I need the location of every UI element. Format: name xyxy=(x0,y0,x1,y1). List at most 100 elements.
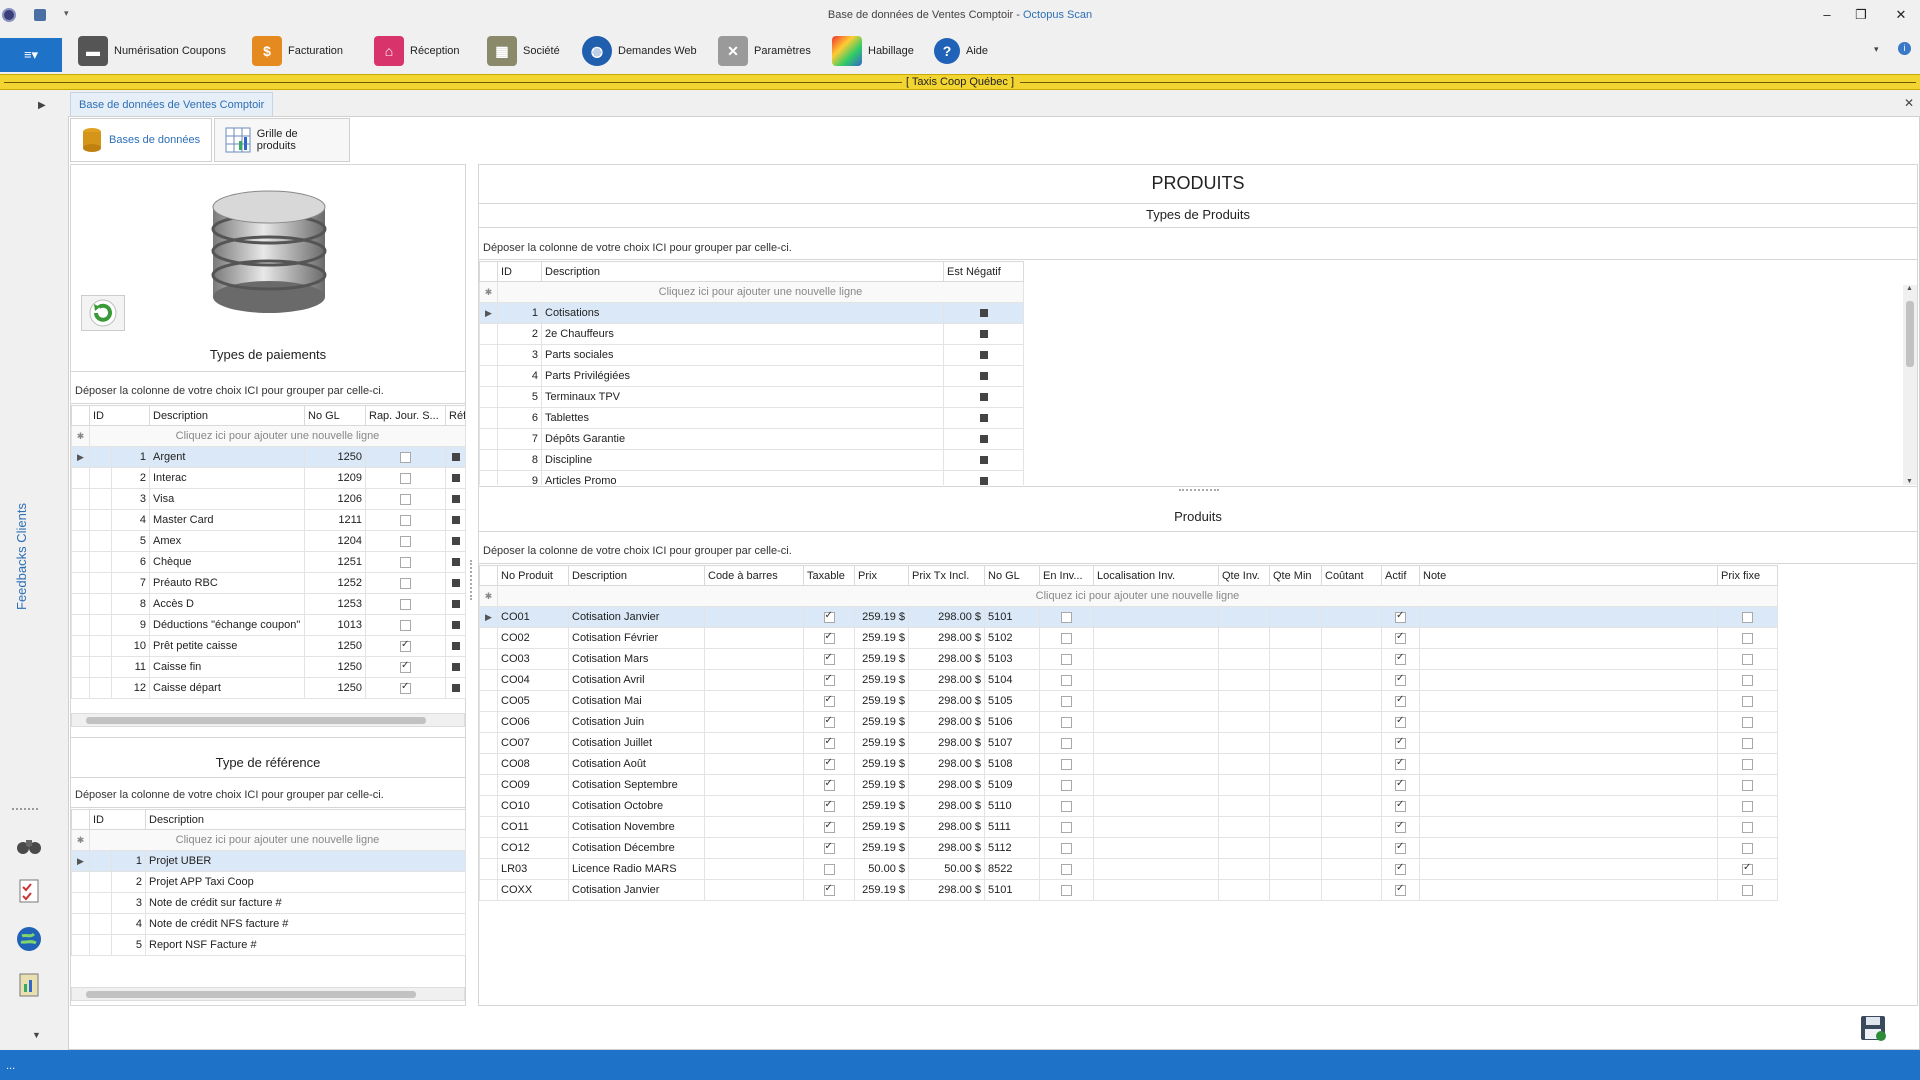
col-actif[interactable]: Actif xyxy=(1381,565,1420,586)
reference-id[interactable]: 5 xyxy=(111,934,146,956)
col-ref-ob[interactable]: Réf. Ob xyxy=(445,405,466,426)
payment-gl[interactable]: 1250 xyxy=(304,446,366,468)
ref-ob-toggle[interactable] xyxy=(451,621,460,630)
rap-jour-checkbox[interactable] xyxy=(400,514,411,526)
actif-checkbox[interactable] xyxy=(1395,820,1406,833)
payment-id[interactable]: 11 xyxy=(111,656,150,678)
prix-fixe-checkbox[interactable] xyxy=(1742,862,1753,875)
payment-gl[interactable]: 1250 xyxy=(304,635,366,657)
payment-gl[interactable]: 1253 xyxy=(304,593,366,615)
product-gl[interactable]: 5101 xyxy=(984,606,1040,628)
type-row[interactable]: 6 Tablettes xyxy=(479,407,1024,429)
en-inv-checkbox[interactable] xyxy=(1061,821,1072,833)
payment-id[interactable]: 2 xyxy=(111,467,150,489)
en-inv-checkbox[interactable] xyxy=(1061,737,1072,749)
minimize-button[interactable]: – xyxy=(1818,6,1836,24)
product-prix[interactable]: 259.19 $ xyxy=(854,732,909,754)
payment-id[interactable]: 4 xyxy=(111,509,150,531)
col-qte-min[interactable]: Qte Min xyxy=(1269,565,1322,586)
product-row[interactable]: CO05Cotisation Mai 259.19 $298.00 $5105 xyxy=(479,690,1778,712)
product-localisation[interactable] xyxy=(1093,753,1219,775)
payment-description[interactable]: Interac xyxy=(149,467,305,489)
product-gl[interactable]: 5105 xyxy=(984,690,1040,712)
en-inv-checkbox[interactable] xyxy=(1061,611,1072,623)
prix-fixe-checkbox[interactable] xyxy=(1742,800,1753,812)
product-qte-min[interactable] xyxy=(1269,606,1322,628)
rap-jour-checkbox[interactable] xyxy=(400,493,411,505)
reference-id[interactable]: 4 xyxy=(111,913,146,935)
product-prix[interactable]: 259.19 $ xyxy=(854,627,909,649)
product-coutant[interactable] xyxy=(1321,732,1382,754)
col-localisation[interactable]: Localisation Inv. xyxy=(1093,565,1219,586)
product-prix[interactable]: 259.19 $ xyxy=(854,606,909,628)
product-localisation[interactable] xyxy=(1093,879,1219,901)
en-inv-checkbox[interactable] xyxy=(1061,842,1072,854)
product-row[interactable]: CO04Cotisation Avril 259.19 $298.00 $5104 xyxy=(479,669,1778,691)
reference-description[interactable]: Note de crédit NFS facture # xyxy=(145,913,466,935)
payment-description[interactable]: Caisse départ xyxy=(149,677,305,699)
product-qte-min[interactable] xyxy=(1269,648,1322,670)
type-id[interactable]: 1 xyxy=(497,302,542,324)
product-qte-min[interactable] xyxy=(1269,753,1322,775)
product-localisation[interactable] xyxy=(1093,606,1219,628)
product-no[interactable]: CO08 xyxy=(497,753,569,775)
payment-row[interactable]: 11 Caisse fin 1250 xyxy=(71,656,466,678)
payment-gl[interactable]: 1013 xyxy=(304,614,366,636)
col-note[interactable]: Note xyxy=(1419,565,1718,586)
info-icon[interactable]: i xyxy=(1898,42,1911,55)
reference-row[interactable]: 3 Note de crédit sur facture # xyxy=(71,892,466,914)
product-prix-tx[interactable]: 298.00 $ xyxy=(908,711,985,733)
ref-ob-toggle[interactable] xyxy=(451,579,460,588)
ref-ob-toggle[interactable] xyxy=(451,600,460,609)
product-qte-inv[interactable] xyxy=(1218,648,1270,670)
taxable-checkbox[interactable] xyxy=(823,778,835,791)
actif-checkbox[interactable] xyxy=(1395,715,1406,728)
payment-id[interactable]: 12 xyxy=(111,677,150,699)
product-gl[interactable]: 5108 xyxy=(984,753,1040,775)
product-qte-min[interactable] xyxy=(1269,858,1322,880)
reference-description[interactable]: Note de crédit sur facture # xyxy=(145,892,466,914)
payment-id[interactable]: 3 xyxy=(111,488,150,510)
type-description[interactable]: Dépôts Garantie xyxy=(541,428,944,450)
product-note[interactable] xyxy=(1419,858,1718,880)
est-negatif-toggle[interactable] xyxy=(979,330,988,339)
product-prix[interactable]: 259.19 $ xyxy=(854,753,909,775)
payment-gl[interactable]: 1204 xyxy=(304,530,366,552)
product-localisation[interactable] xyxy=(1093,774,1219,796)
product-qte-inv[interactable] xyxy=(1218,732,1270,754)
rap-jour-checkbox[interactable] xyxy=(400,681,411,694)
ribbon-collapse-icon[interactable]: ▾ xyxy=(1874,44,1879,55)
payment-description[interactable]: Déductions "échange coupon" xyxy=(149,614,305,636)
en-inv-checkbox[interactable] xyxy=(1061,758,1072,770)
product-description[interactable]: Cotisation Janvier xyxy=(568,606,705,628)
payment-row[interactable]: 6 Chèque 1251 xyxy=(71,551,466,573)
payment-description[interactable]: Visa xyxy=(149,488,305,510)
product-qte-inv[interactable] xyxy=(1218,774,1270,796)
col-ref-description[interactable]: Description xyxy=(145,809,466,830)
type-id[interactable]: 5 xyxy=(497,386,542,408)
tab-grille-de-produits[interactable]: Grille de produits xyxy=(214,118,350,162)
payment-row[interactable]: 9 Déductions "échange coupon" 1013 xyxy=(71,614,466,636)
product-coutant[interactable] xyxy=(1321,753,1382,775)
product-localisation[interactable] xyxy=(1093,669,1219,691)
product-gl[interactable]: 5106 xyxy=(984,711,1040,733)
type-row[interactable]: 5 Terminaux TPV xyxy=(479,386,1024,408)
splitter-grip[interactable] xyxy=(470,560,474,600)
product-barcode[interactable] xyxy=(704,858,804,880)
product-note[interactable] xyxy=(1419,753,1718,775)
product-gl[interactable]: 5102 xyxy=(984,627,1040,649)
en-inv-checkbox[interactable] xyxy=(1061,695,1072,707)
product-no[interactable]: CO11 xyxy=(497,816,569,838)
product-localisation[interactable] xyxy=(1093,837,1219,859)
product-gl[interactable]: 5101 xyxy=(984,879,1040,901)
taxable-checkbox[interactable] xyxy=(823,652,835,665)
payment-id[interactable]: 8 xyxy=(111,593,150,615)
product-note[interactable] xyxy=(1419,732,1718,754)
product-coutant[interactable] xyxy=(1321,627,1382,649)
product-no[interactable]: CO07 xyxy=(497,732,569,754)
expand-arrow-icon[interactable]: ▶ xyxy=(38,100,46,111)
product-localisation[interactable] xyxy=(1093,711,1219,733)
product-gl[interactable]: 8522 xyxy=(984,858,1040,880)
product-description[interactable]: Cotisation Septembre xyxy=(568,774,705,796)
payment-description[interactable]: Préauto RBC xyxy=(149,572,305,594)
